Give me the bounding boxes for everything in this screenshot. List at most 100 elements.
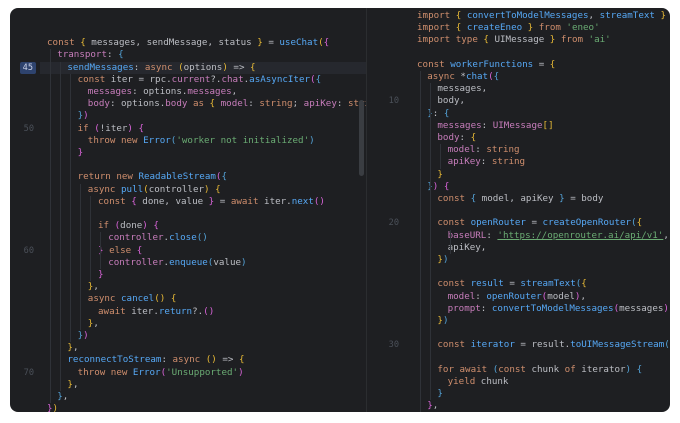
line-number[interactable]: 70 [24,367,34,379]
code-line[interactable]: messages: UIMessage[] [437,120,553,132]
code-line[interactable]: model: string [448,144,520,156]
code-token: string [259,98,293,110]
code-line[interactable]: sendMessages: async (options) => { [67,62,255,74]
code-line[interactable]: apiKey: string [448,156,525,168]
code-line[interactable]: if (!iter) { [78,123,144,135]
code-line[interactable]: }, [67,342,78,354]
code-line[interactable]: model: openRouter(model), [448,291,586,303]
code-token: sendMessages [67,61,134,73]
code-token: : [480,302,492,314]
code-token: , [588,10,600,21]
line-number[interactable]: 50 [24,123,34,135]
code-line[interactable]: reconnectToStream: async () => { [67,354,244,366]
code-line[interactable]: } [437,388,443,400]
code-token: of [564,363,582,375]
code-token: workerFunctions [450,58,534,70]
code-token: , [93,317,99,329]
code-token: messages [87,86,133,97]
code-line[interactable]: body: { [437,132,476,144]
code-token: messages, sendMessage, status [91,37,258,49]
code-token: { [215,183,221,195]
vertical-scrollbar[interactable] [359,100,364,176]
code-line[interactable]: } else { [98,245,142,257]
code-line[interactable]: throw new Error('worker not initialized'… [88,135,315,147]
code-token: () [203,305,215,317]
right-editor-pane[interactable]: 10 20 30 import { convertToModelMessages, … [367,8,670,412]
code-line[interactable]: import { convertToModelMessages, streamT… [417,10,670,22]
code-line[interactable]: transport: { [57,49,123,61]
code-token: const [437,217,471,229]
indent-guide [440,144,441,169]
code-token: ) [309,134,315,146]
code-token: const [98,195,132,207]
code-line[interactable]: }, [88,281,99,293]
code-token: createOpenRouter [542,217,632,229]
code-line[interactable]: messages: options.messages, [88,86,237,98]
code-token: throw new [87,134,144,146]
code-token: : [486,229,498,241]
code-line[interactable]: async cancel() { [88,293,177,305]
indent-guide [420,71,421,412]
line-number[interactable]: 60 [24,245,34,257]
code-token: cancel [121,293,155,305]
code-line[interactable]: await iter.return?.() [98,306,214,318]
indent-guide [80,183,81,330]
code-token: ; [292,98,304,110]
code-line[interactable]: async *chat({ [427,71,499,83]
code-token: async [144,61,179,73]
code-token: { [470,193,482,204]
code-line[interactable]: const workerFunctions = { [417,59,555,71]
code-line[interactable]: }) [47,403,58,412]
code-token: => [227,61,251,73]
code-token: 'eneo' [566,22,600,34]
line-number[interactable]: 10 [389,95,399,107]
code-line[interactable]: if (done) { [98,220,159,232]
code-line[interactable]: body, [437,95,465,107]
code-line[interactable]: const iter = rpc.current?.chat.asAsyncIt… [78,74,322,86]
code-line[interactable]: messages, [437,83,487,95]
code-line[interactable]: controller.close() [108,232,208,244]
code-line[interactable]: apiKey, [448,242,487,254]
code-line[interactable]: async pull(controller) { [88,184,221,196]
code-line[interactable]: body: options.body as { model: string; a… [88,98,366,110]
code-line[interactable]: const iterator = result.toUIMessageStrea… [437,339,670,351]
code-line[interactable]: }, [427,400,438,412]
code-line[interactable]: prompt: convertToModelMessages(messages)… [448,303,670,315]
code-line[interactable]: import { createEneo } from 'eneo' [417,22,600,34]
code-token: Error [132,366,161,378]
code-token: async [87,183,121,195]
code-line[interactable]: }) [437,315,448,327]
line-number[interactable]: 30 [389,339,399,351]
code-line[interactable]: const { done, value } = await iter.next(… [98,196,325,208]
line-number[interactable]: 20 [389,217,399,229]
code-line[interactable]: controller.enqueue(value) [108,257,246,269]
code-token: () [196,232,208,244]
code-line[interactable]: } [78,147,84,159]
code-line[interactable]: yield chunk [448,376,509,388]
line-number[interactable]: 45 [19,61,36,74]
code-token: : [480,156,492,168]
code-line[interactable]: const { model, apiKey } = body [437,193,603,205]
code-line[interactable]: }) [437,254,448,266]
code-line[interactable]: import type { UIMessage } from 'ai' [417,34,611,46]
code-token: !iter [99,122,128,134]
code-token: => [216,354,239,366]
code-line[interactable]: }, [88,318,99,330]
code-line[interactable]: const { messages, sendMessage, status } … [47,37,329,49]
code-token: { [136,244,143,256]
left-editor-pane[interactable]: 45 50 60 70 const { messages, sendMessage, … [10,8,366,412]
code-line[interactable]: baseURL: 'https://openrouter.ai/api/v1', [448,230,669,242]
code-line[interactable]: for await (const chunk of iterator) { [437,364,642,376]
code-line[interactable]: const result = streamText({ [437,278,586,290]
code-line[interactable]: return new ReadableStream({ [78,171,227,183]
code-token: () [205,354,217,366]
code-line[interactable]: }) [78,330,89,342]
code-line[interactable]: } [437,169,443,181]
code-line[interactable]: } [98,269,104,281]
code-line[interactable]: }) [78,110,89,122]
code-line[interactable]: }, [67,379,78,391]
code-token: await [98,305,132,317]
code-line[interactable]: const openRouter = createOpenRouter({ [437,217,642,229]
code-line[interactable]: }, [57,391,68,403]
code-line[interactable]: throw new Error('Unsupported') [78,367,244,379]
